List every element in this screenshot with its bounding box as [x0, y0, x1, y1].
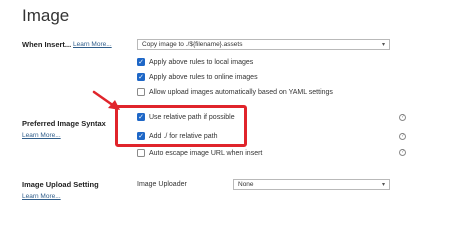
question-circle-icon[interactable]: ?: [399, 133, 406, 140]
page-title: Image: [22, 6, 70, 25]
option-label: Apply above rules to online images: [149, 73, 258, 81]
image-uploader-select-value: None: [238, 181, 254, 188]
checkbox-checked-icon[interactable]: ✓: [137, 58, 145, 66]
checkbox-unchecked-icon[interactable]: [137, 88, 145, 96]
checkbox-checked-icon[interactable]: ✓: [137, 73, 145, 81]
image-uploader-label: Image Uploader: [137, 181, 187, 188]
option-label: Allow upload images automatically based …: [149, 88, 333, 96]
checkbox-unchecked-icon[interactable]: [137, 149, 145, 157]
when-insert-select[interactable]: Copy image to ./${filename}.assets ▾: [137, 39, 390, 50]
image-uploader-select[interactable]: None ▾: [233, 179, 390, 190]
option-allow-upload-yaml[interactable]: Allow upload images automatically based …: [137, 88, 333, 96]
when-insert-select-value: Copy image to ./${filename}.assets: [142, 41, 243, 48]
when-insert-label: When Insert...: [22, 40, 72, 49]
option-label: Auto escape image URL when insert: [149, 149, 263, 157]
question-circle-icon[interactable]: ?: [399, 149, 406, 156]
preferred-syntax-learn-more-link[interactable]: Learn More...: [22, 132, 61, 139]
chevron-down-icon: ▾: [381, 182, 385, 188]
red-arrow-icon: [92, 90, 120, 110]
option-apply-local-images[interactable]: ✓ Apply above rules to local images: [137, 58, 253, 66]
option-apply-online-images[interactable]: ✓ Apply above rules to online images: [137, 73, 258, 81]
option-label: Apply above rules to local images: [149, 58, 254, 66]
question-circle-icon[interactable]: ?: [399, 114, 406, 121]
highlight-box: [115, 105, 247, 147]
upload-setting-label: Image Upload Setting: [22, 180, 99, 189]
upload-setting-learn-more-link[interactable]: Learn More...: [22, 193, 61, 200]
chevron-down-icon: ▾: [381, 42, 385, 48]
option-auto-escape-url[interactable]: Auto escape image URL when insert: [137, 149, 262, 157]
preferred-syntax-label: Preferred Image Syntax: [22, 119, 106, 128]
when-insert-learn-more-link[interactable]: Learn More...: [73, 41, 112, 48]
